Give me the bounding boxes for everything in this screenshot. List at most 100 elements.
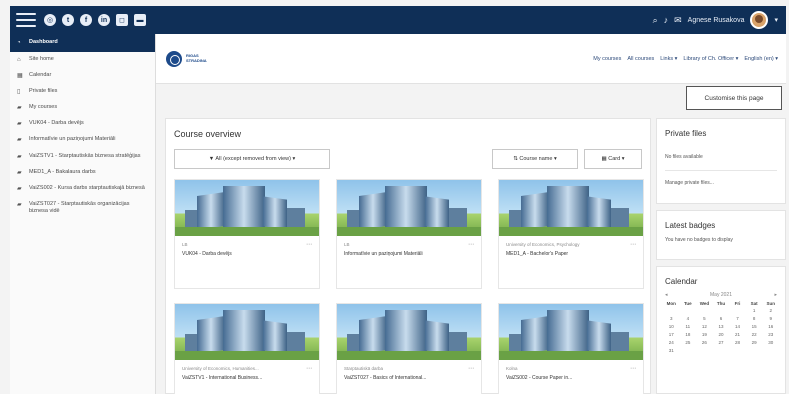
- calendar-day[interactable]: 26: [696, 340, 713, 345]
- nav-all-courses[interactable]: All courses: [627, 56, 654, 62]
- more-actions-icon[interactable]: ⋯: [306, 241, 312, 248]
- facebook-icon[interactable]: f: [80, 14, 92, 26]
- course-card[interactable]: LB VUK04 - Darba devējs ⋯: [174, 179, 320, 289]
- calendar-day[interactable]: 8: [746, 316, 763, 321]
- linkedin-icon[interactable]: in: [98, 14, 110, 26]
- course-name[interactable]: VaiZST027 - Basics of International...: [344, 375, 474, 382]
- more-actions-icon[interactable]: ⋯: [306, 365, 312, 372]
- calendar-day[interactable]: 12: [696, 324, 713, 329]
- calendar-day[interactable]: 14: [729, 324, 746, 329]
- calendar-day[interactable]: 28: [729, 340, 746, 345]
- course-image[interactable]: [337, 180, 481, 236]
- chat-icon[interactable]: ▬: [134, 14, 146, 26]
- notification-bell-icon[interactable]: ♪: [664, 15, 669, 25]
- course-card[interactable]: University of Economics, Humanities... V…: [174, 303, 320, 394]
- sidebar-item-site-home[interactable]: ⌂ Site home: [10, 52, 155, 68]
- calendar-day[interactable]: 4: [680, 316, 697, 321]
- calendar-day[interactable]: 24: [663, 340, 680, 345]
- course-name[interactable]: VUK04 - Darba devējs: [182, 251, 312, 258]
- sidebar-item-course[interactable]: ▰ VaiZS002 - Kursa darbs starptautiskajā…: [10, 181, 155, 197]
- course-image[interactable]: [337, 304, 481, 360]
- course-card[interactable]: Kolna VaiZS002 - Course Paper in... ⋯: [498, 303, 644, 394]
- course-image[interactable]: [499, 304, 643, 360]
- course-card[interactable]: Starptautiskā darba VaiZST027 - Basics o…: [336, 303, 482, 394]
- calendar-day[interactable]: 1: [746, 308, 763, 313]
- sidebar-item-course[interactable]: ▰ Informatīvie un paziņojumi Materiāli: [10, 132, 155, 148]
- calendar-day[interactable]: 31: [663, 348, 680, 353]
- more-actions-icon[interactable]: ⋯: [630, 241, 636, 248]
- graduation-icon: ▰: [17, 185, 22, 192]
- sidebar-item-calendar[interactable]: ▦ Calendar: [10, 68, 155, 84]
- calendar-day[interactable]: 11: [680, 324, 697, 329]
- instagram-icon[interactable]: ◻: [116, 14, 128, 26]
- calendar-day[interactable]: 17: [663, 332, 680, 337]
- twitter-icon[interactable]: t: [62, 14, 74, 26]
- view-dropdown[interactable]: ▦ Card ▾: [584, 149, 642, 169]
- calendar-day[interactable]: 18: [680, 332, 697, 337]
- hamburger-menu-icon[interactable]: [16, 13, 36, 27]
- manage-files-link[interactable]: Manage private files...: [657, 180, 785, 186]
- course-card[interactable]: University of Economics, Psychology MED1…: [498, 179, 644, 289]
- sidebar-item-label: VUK04 - Darba devējs: [29, 120, 84, 127]
- sidebar-item-course[interactable]: ▰ MED1_A - Bakalaura darbs: [10, 165, 155, 181]
- next-month-icon[interactable]: ▸: [774, 292, 777, 298]
- calendar-day[interactable]: 7: [729, 316, 746, 321]
- avatar[interactable]: [750, 11, 769, 29]
- calendar-day[interactable]: 9: [762, 316, 779, 321]
- sidebar-item-course[interactable]: ▰ VaiZSTV1 - Starptautiskās biznesa stra…: [10, 149, 155, 165]
- nav-language[interactable]: English (en) ▾: [744, 56, 778, 62]
- nav-links[interactable]: Links ▾: [660, 56, 677, 62]
- more-actions-icon[interactable]: ⋯: [468, 241, 474, 248]
- calendar-day[interactable]: 3: [663, 316, 680, 321]
- sidebar-item-dashboard[interactable]: ◔ Dashboard: [10, 34, 155, 52]
- globe-icon[interactable]: ◎: [44, 14, 56, 26]
- nav-my-courses[interactable]: My courses: [593, 56, 621, 62]
- messages-icon[interactable]: ✉: [674, 15, 682, 26]
- site-logo[interactable]: RIGAS STRADINA: [166, 50, 207, 67]
- course-image[interactable]: [175, 304, 319, 360]
- sidebar-item-private-files[interactable]: ▯ Private files: [10, 84, 155, 100]
- sort-dropdown[interactable]: ⇅ Course name ▾: [492, 149, 578, 169]
- course-category: Kolna: [506, 366, 518, 371]
- course-name[interactable]: MED1_A - Bachelor's Paper: [506, 251, 636, 258]
- course-name[interactable]: VaiZS002 - Course Paper in...: [506, 375, 636, 382]
- calendar-day[interactable]: 21: [729, 332, 746, 337]
- course-name[interactable]: VaiZSTV1 - International Business...: [182, 375, 312, 382]
- calendar-day[interactable]: 19: [696, 332, 713, 337]
- sidebar-item-course[interactable]: ▰ VaiZST027 - Starptautiskās organizācij…: [10, 197, 155, 220]
- calendar-day[interactable]: 23: [762, 332, 779, 337]
- sidebar-item-course[interactable]: ▰ VUK04 - Darba devējs: [10, 116, 155, 132]
- customise-page-button[interactable]: Customise this page: [686, 86, 782, 110]
- calendar-day[interactable]: 15: [746, 324, 763, 329]
- calendar-day: [696, 308, 713, 313]
- weekday-header: Mon Tue Wed Thu Fri Sat Sun: [657, 298, 785, 306]
- calendar-block: Calendar ◂ May 2021 ▸ Mon Tue Wed Thu Fri Sat…: [656, 266, 786, 394]
- calendar-day[interactable]: 6: [713, 316, 730, 321]
- filter-dropdown[interactable]: ▼ All (except removed from view) ▾: [174, 149, 330, 169]
- calendar-day[interactable]: 16: [762, 324, 779, 329]
- more-actions-icon[interactable]: ⋯: [468, 365, 474, 372]
- user-name[interactable]: Agnese Rusakova: [688, 17, 745, 24]
- calendar-day[interactable]: 20: [713, 332, 730, 337]
- course-name[interactable]: Informatīvie un paziņojumi Materiāli: [344, 251, 474, 258]
- calendar-day[interactable]: 29: [746, 340, 763, 345]
- search-icon[interactable]: ⌕: [653, 15, 658, 26]
- prev-month-icon[interactable]: ◂: [665, 292, 668, 298]
- calendar-day[interactable]: 10: [663, 324, 680, 329]
- sidebar-item-my-courses[interactable]: ▰ My courses: [10, 100, 155, 116]
- calendar-day[interactable]: 30: [762, 340, 779, 345]
- more-actions-icon[interactable]: ⋯: [630, 365, 636, 372]
- calendar-day[interactable]: 13: [713, 324, 730, 329]
- course-card[interactable]: LB Informatīvie un paziņojumi Materiāli …: [336, 179, 482, 289]
- nav-library[interactable]: Library of Ch. Officer ▾: [683, 56, 738, 62]
- sidebar-item-label: Informatīvie un paziņojumi Materiāli: [29, 136, 116, 143]
- calendar-day[interactable]: 22: [746, 332, 763, 337]
- calendar-day[interactable]: 27: [713, 340, 730, 345]
- calendar-day[interactable]: 2: [762, 308, 779, 313]
- chevron-down-icon[interactable]: ▾: [774, 16, 778, 24]
- course-image[interactable]: [175, 180, 319, 236]
- calendar-grid: 1 2 3 4 5 6 7 8 9 10 11 12 13 14 15 16 17 18 19 20 21 22 23 24 2…: [657, 306, 785, 355]
- course-image[interactable]: [499, 180, 643, 236]
- calendar-day[interactable]: 5: [696, 316, 713, 321]
- calendar-day[interactable]: 25: [680, 340, 697, 345]
